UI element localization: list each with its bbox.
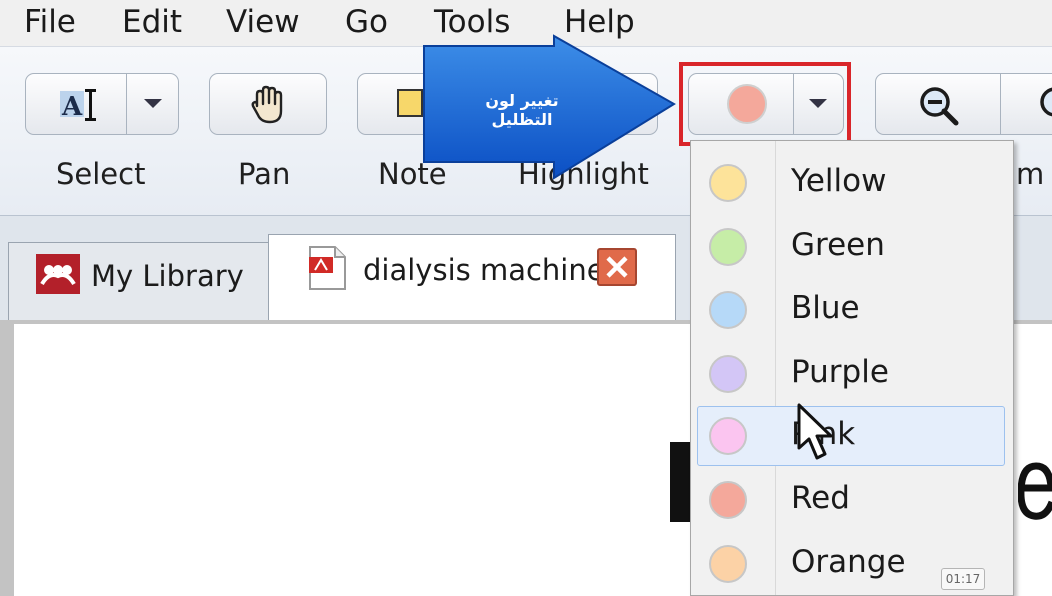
page-text-fragment bbox=[1018, 462, 1052, 520]
select-label: Select bbox=[56, 157, 146, 191]
color-option-blue[interactable]: Blue bbox=[697, 280, 1005, 340]
color-option-green[interactable]: Green bbox=[697, 217, 1005, 277]
color-option-label: Yellow bbox=[791, 163, 887, 199]
mouse-cursor-icon bbox=[797, 403, 833, 460]
yellow-swatch-icon bbox=[709, 164, 747, 202]
purple-swatch-icon bbox=[709, 355, 747, 393]
pan-button[interactable] bbox=[209, 73, 327, 135]
zoom-label: m bbox=[1016, 157, 1045, 191]
color-option-label: Purple bbox=[791, 354, 889, 390]
close-icon bbox=[606, 256, 628, 278]
video-timestamp: 01:17 bbox=[941, 568, 985, 590]
color-button-highlight-frame bbox=[679, 62, 851, 146]
chevron-down-icon[interactable] bbox=[142, 96, 164, 110]
color-option-pink[interactable]: Pink bbox=[697, 406, 1005, 466]
color-option-label: Orange bbox=[791, 544, 906, 580]
color-option-label: Blue bbox=[791, 290, 860, 326]
color-option-label: Green bbox=[791, 227, 885, 263]
color-option-purple[interactable]: Purple bbox=[697, 344, 1005, 404]
orange-swatch-icon bbox=[709, 545, 747, 583]
blue-swatch-icon bbox=[709, 291, 747, 329]
close-tab-button[interactable] bbox=[597, 248, 637, 286]
menu-file[interactable]: File bbox=[24, 2, 76, 42]
green-swatch-icon bbox=[709, 228, 747, 266]
pdf-file-icon bbox=[309, 246, 346, 290]
select-button[interactable]: A bbox=[25, 73, 179, 135]
text-select-icon: A bbox=[60, 89, 96, 122]
mendeley-icon bbox=[36, 254, 80, 294]
pan-label: Pan bbox=[238, 157, 291, 191]
callout-text: تغيير لون التظليل bbox=[485, 91, 559, 129]
zoom-button-group bbox=[875, 73, 1052, 135]
svg-text:A: A bbox=[61, 92, 83, 122]
menu-go[interactable]: Go bbox=[345, 2, 388, 42]
tab-my-library-label: My Library bbox=[91, 259, 244, 293]
color-option-red[interactable]: Red bbox=[697, 470, 1005, 530]
tab-my-library[interactable]: My Library bbox=[8, 242, 270, 320]
highlight-color-menu: Yellow Green Blue Purple Pink Red Orange bbox=[690, 140, 1014, 596]
red-swatch-icon bbox=[709, 481, 747, 519]
tab-dialysis-machine[interactable]: dialysis machine bbox=[268, 234, 676, 320]
hand-icon bbox=[251, 85, 283, 124]
tab-dialysis-machine-label: dialysis machine bbox=[363, 253, 605, 287]
zoom-out-icon[interactable] bbox=[918, 85, 960, 127]
color-option-label: Red bbox=[791, 480, 850, 516]
pink-swatch-icon bbox=[709, 417, 747, 455]
menu-edit[interactable]: Edit bbox=[122, 2, 182, 42]
menu-view[interactable]: View bbox=[226, 2, 300, 42]
color-option-yellow[interactable]: Yellow bbox=[697, 153, 1005, 213]
zoom-in-icon[interactable] bbox=[1038, 85, 1052, 127]
